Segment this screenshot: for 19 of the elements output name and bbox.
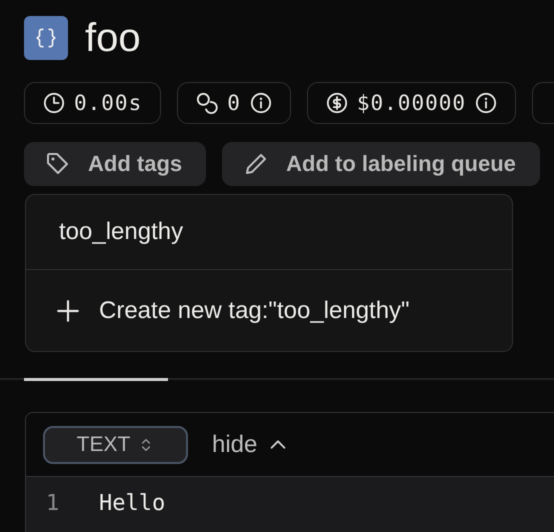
code-line: Hello bbox=[99, 490, 166, 516]
add-tags-button[interactable]: Add tags bbox=[24, 142, 206, 186]
clock-icon bbox=[43, 92, 65, 114]
page-title: foo bbox=[85, 15, 141, 61]
tag-icon bbox=[46, 152, 70, 176]
plus-icon bbox=[55, 298, 81, 324]
add-to-queue-button[interactable]: Add to labeling queue bbox=[222, 142, 540, 186]
stat-value: 0 bbox=[227, 91, 241, 115]
dollar-circle-icon bbox=[326, 92, 348, 114]
hide-toggle[interactable]: hide bbox=[212, 430, 290, 458]
stat-value: $0.00000 bbox=[356, 91, 466, 115]
line-number: 1 bbox=[45, 490, 60, 516]
create-tag-item[interactable]: Create new tag:"too_lengthy" bbox=[26, 269, 512, 351]
pencil-icon bbox=[244, 152, 268, 176]
braces-icon bbox=[24, 16, 68, 60]
stat-value: 0.00s bbox=[74, 91, 142, 115]
format-select[interactable]: TEXT bbox=[43, 426, 188, 464]
coins-icon bbox=[196, 92, 218, 114]
tag-option[interactable]: too_lengthy bbox=[26, 195, 512, 269]
